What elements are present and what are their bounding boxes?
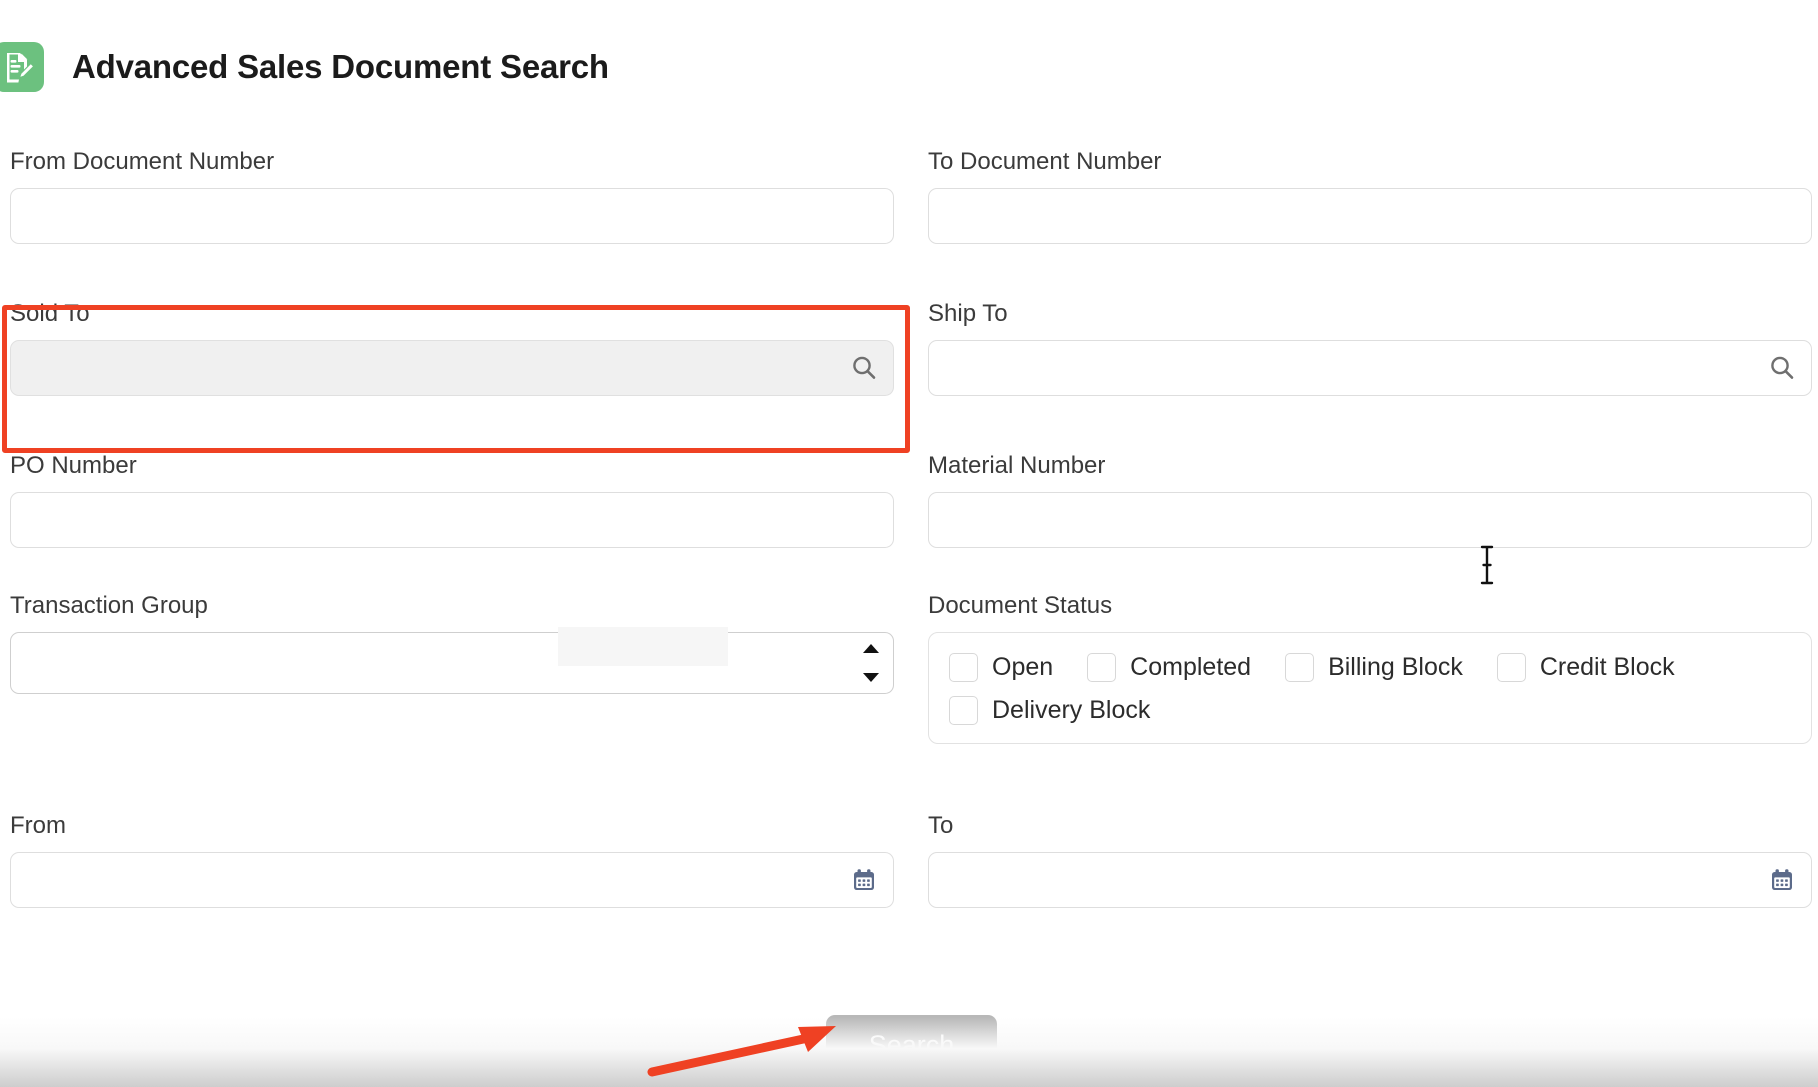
field-po-number: PO Number	[10, 452, 894, 548]
ship-to-input[interactable]	[929, 341, 1811, 395]
checkbox-open[interactable]: Open	[949, 653, 1053, 682]
document-status-row: Open Completed Billing Block Credit Bloc…	[949, 653, 1791, 682]
date-from-input-wrap[interactable]	[10, 852, 894, 908]
checkbox-box[interactable]	[1087, 653, 1117, 682]
advanced-sales-document-search-page: Advanced Sales Document Search From Docu…	[0, 0, 1818, 1087]
sold-to-input-wrap[interactable]	[10, 340, 894, 396]
search-button[interactable]: Search	[826, 1015, 997, 1075]
search-icon[interactable]	[849, 353, 879, 383]
date-from-input[interactable]	[11, 853, 893, 907]
field-document-status: Document Status Open Completed Billing B…	[928, 592, 1812, 744]
field-sold-to: Sold To	[10, 300, 894, 396]
row-po-material: PO Number Material Number	[0, 452, 1818, 592]
to-document-number-label: To Document Number	[928, 148, 1162, 175]
checkbox-credit-block[interactable]: Credit Block	[1496, 653, 1675, 682]
date-to-input[interactable]	[929, 853, 1811, 907]
field-to-document-number: To Document Number	[928, 148, 1812, 244]
checkbox-label: Delivery Block	[992, 696, 1151, 724]
calendar-icon[interactable]	[1767, 865, 1797, 895]
ship-to-label: Ship To	[928, 300, 1008, 327]
field-date-to: To	[928, 812, 1812, 908]
from-document-number-label: From Document Number	[10, 148, 275, 175]
row-document-numbers: From Document Number To Document Number	[0, 148, 1818, 288]
from-document-number-input[interactable]	[11, 189, 893, 243]
field-from-document-number: From Document Number	[10, 148, 894, 244]
document-status-row: Delivery Block	[949, 696, 1791, 725]
row-partners: Sold To Ship To	[0, 288, 1818, 452]
date-from-label: From	[10, 812, 66, 839]
checkbox-billing-block[interactable]: Billing Block	[1285, 653, 1463, 682]
checkbox-box[interactable]	[949, 653, 978, 682]
date-to-label: To	[928, 812, 954, 839]
row-group-status: Transaction Group Document Status Open C…	[0, 592, 1818, 812]
document-status-label: Document Status	[928, 592, 1113, 619]
checkbox-label: Credit Block	[1539, 653, 1675, 681]
to-document-number-input-wrap[interactable]	[928, 188, 1812, 244]
field-ship-to: Ship To	[928, 300, 1812, 396]
checkbox-label: Open	[992, 653, 1054, 681]
search-icon[interactable]	[1767, 353, 1797, 383]
transaction-group-label: Transaction Group	[10, 592, 208, 619]
checkbox-box[interactable]	[1285, 653, 1315, 682]
material-number-input[interactable]	[929, 493, 1811, 547]
sold-to-label: Sold To	[10, 300, 90, 327]
page-title: Advanced Sales Document Search	[72, 48, 609, 85]
page-header: Advanced Sales Document Search	[0, 36, 1818, 98]
checkbox-label: Billing Block	[1328, 653, 1463, 681]
calendar-icon[interactable]	[849, 865, 879, 895]
field-date-from: From	[10, 812, 894, 908]
transaction-group-select-wrap[interactable]	[10, 632, 894, 694]
checkbox-completed[interactable]: Completed	[1087, 653, 1251, 682]
material-number-label: Material Number	[928, 452, 1106, 479]
document-edit-icon	[0, 42, 44, 92]
field-transaction-group: Transaction Group	[10, 592, 894, 694]
to-document-number-input[interactable]	[929, 189, 1811, 243]
checkbox-box[interactable]	[1496, 653, 1526, 682]
sold-to-input[interactable]	[11, 341, 893, 395]
checkbox-box[interactable]	[949, 696, 978, 725]
ship-to-input-wrap[interactable]	[928, 340, 1812, 396]
field-material-number: Material Number	[928, 452, 1812, 548]
from-document-number-input-wrap[interactable]	[10, 188, 894, 244]
document-status-checkbox-group: Open Completed Billing Block Credit Bloc…	[928, 632, 1812, 744]
search-form: From Document Number To Document Number …	[0, 148, 1818, 952]
transaction-group-select[interactable]	[11, 633, 893, 693]
checkbox-label: Completed	[1130, 653, 1252, 681]
material-number-input-wrap[interactable]	[928, 492, 1812, 548]
row-dates: From To	[0, 812, 1818, 952]
po-number-label: PO Number	[10, 452, 137, 479]
date-to-input-wrap[interactable]	[928, 852, 1812, 908]
po-number-input[interactable]	[11, 493, 893, 547]
po-number-input-wrap[interactable]	[10, 492, 894, 548]
checkbox-delivery-block[interactable]: Delivery Block	[949, 696, 1150, 725]
